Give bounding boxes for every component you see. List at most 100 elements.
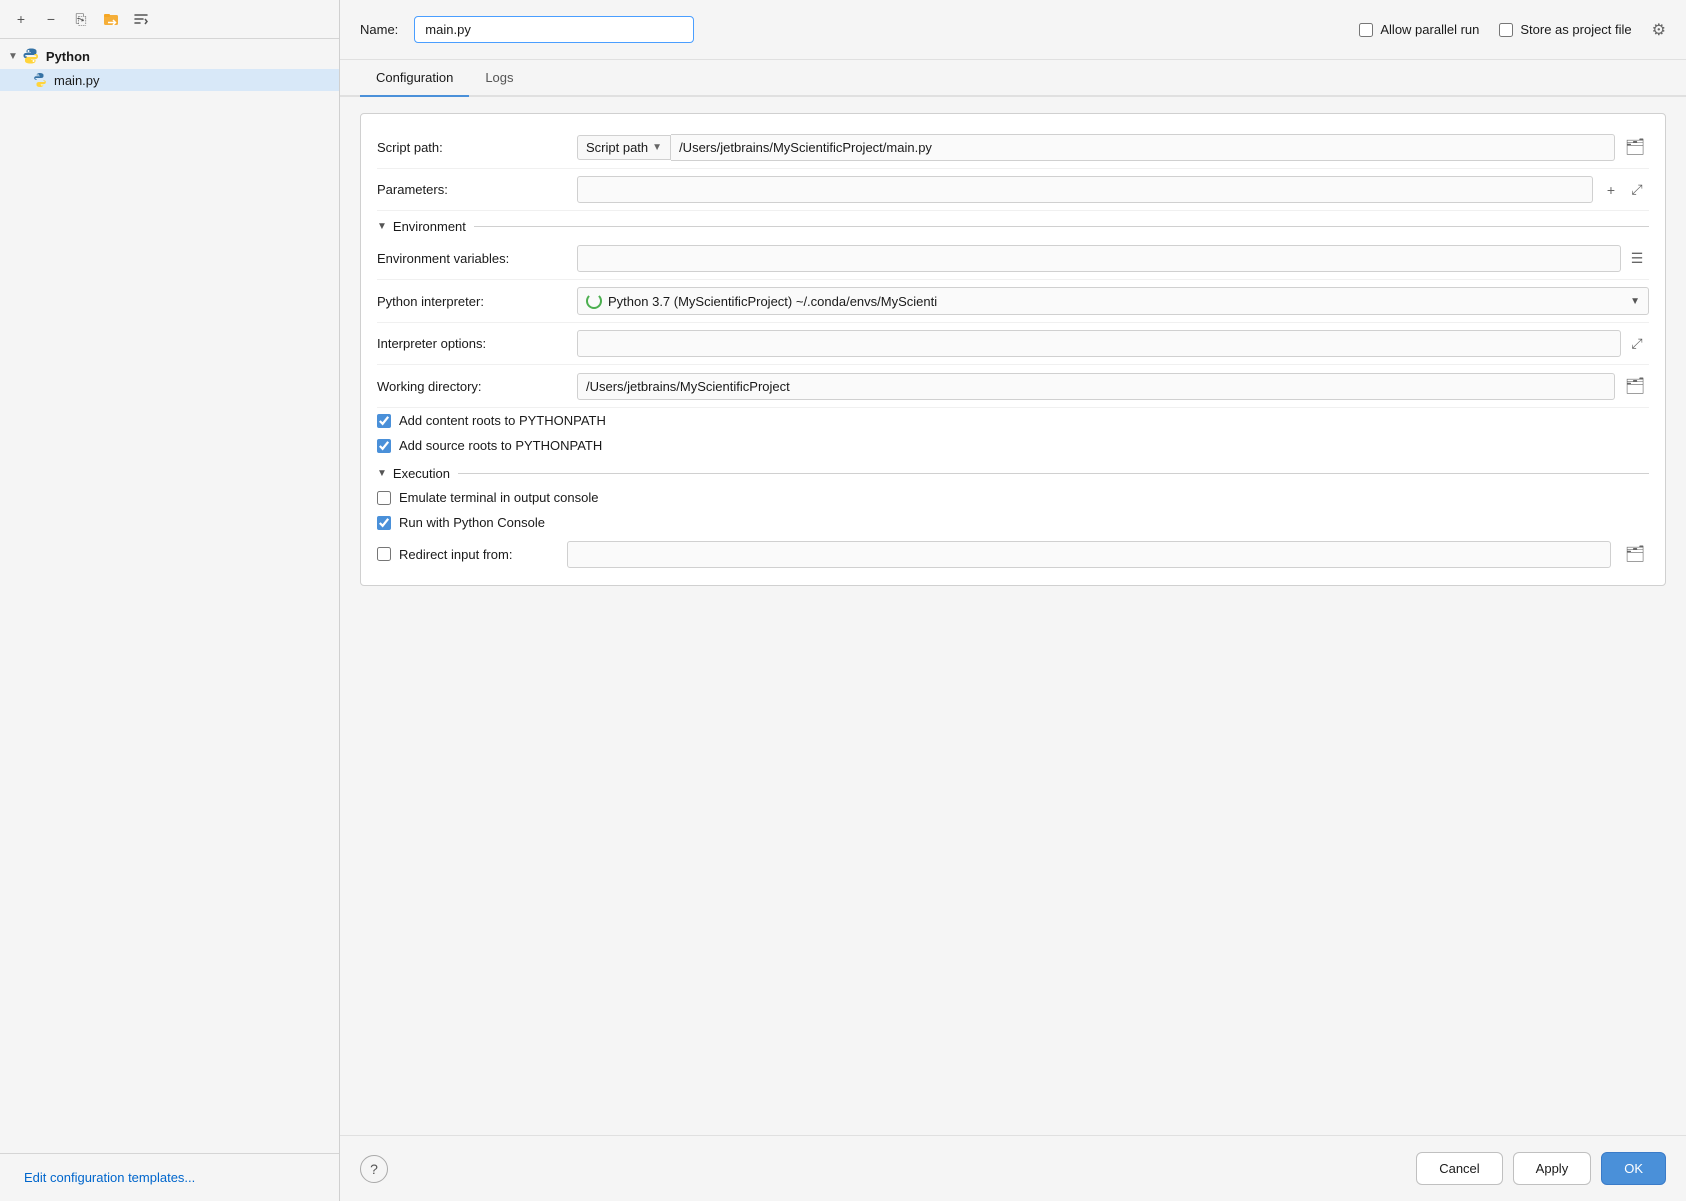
interpreter-options-input[interactable] — [577, 330, 1621, 357]
folder-move-icon — [103, 11, 119, 27]
python-file-icon — [32, 72, 48, 88]
emulate-terminal-row: Emulate terminal in output console — [377, 485, 1649, 510]
environment-divider-line — [474, 226, 1649, 227]
sidebar-toolbar: + − ⎘ — [0, 0, 339, 39]
emulate-terminal-label[interactable]: Emulate terminal in output console — [399, 490, 598, 505]
env-variables-label: Environment variables: — [377, 251, 577, 266]
config-content: Script path: Script path ▼ 🗂 — [340, 97, 1686, 1135]
env-variables-row: Environment variables: ☰ — [377, 238, 1649, 280]
execution-triangle-icon: ▼ — [377, 468, 387, 479]
remove-config-button[interactable]: − — [40, 8, 62, 30]
python-icon — [22, 47, 40, 65]
dropdown-arrow-icon: ▼ — [652, 142, 662, 153]
header-right: Allow parallel run Store as project file… — [1359, 20, 1666, 40]
tabs-bar: Configuration Logs — [340, 60, 1686, 97]
sidebar-item-mainpy-label: main.py — [54, 73, 100, 88]
add-content-roots-row: Add content roots to PYTHONPATH — [377, 408, 1649, 433]
right-panel: Name: Allow parallel run Store as projec… — [340, 0, 1686, 1201]
working-directory-folder-icon[interactable]: 🗂 — [1621, 372, 1649, 400]
add-content-roots-label[interactable]: Add content roots to PYTHONPATH — [399, 413, 606, 428]
parameters-input[interactable] — [577, 176, 1593, 203]
python-section-label: Python — [46, 49, 90, 64]
sort-button[interactable] — [130, 8, 152, 30]
run-python-console-checkbox[interactable] — [377, 516, 391, 530]
tab-logs[interactable]: Logs — [469, 60, 529, 97]
store-project-label[interactable]: Store as project file — [1520, 22, 1631, 37]
store-project-group: Store as project file — [1499, 22, 1631, 37]
env-variables-input-wrap: ☰ — [577, 245, 1649, 272]
script-path-folder-icon[interactable]: 🗂 — [1621, 133, 1649, 161]
working-directory-label: Working directory: — [377, 379, 577, 394]
script-path-type-dropdown[interactable]: Script path ▼ — [577, 135, 671, 160]
script-path-row: Script path: Script path ▼ 🗂 — [377, 126, 1649, 169]
python-interpreter-select[interactable]: Python 3.7 (MyScientificProject) ~/.cond… — [577, 287, 1649, 315]
add-source-roots-row: Add source roots to PYTHONPATH — [377, 433, 1649, 458]
edit-templates-link[interactable]: Edit configuration templates... — [12, 1162, 327, 1193]
working-directory-input-wrap: 🗂 — [577, 372, 1649, 400]
run-python-console-row: Run with Python Console — [377, 510, 1649, 535]
interpreter-options-input-wrap: ⤢ — [577, 330, 1649, 357]
script-path-value-input[interactable] — [671, 134, 1615, 161]
conda-loading-icon — [586, 293, 602, 309]
working-directory-input[interactable] — [577, 373, 1615, 400]
add-source-roots-label[interactable]: Add source roots to PYTHONPATH — [399, 438, 602, 453]
ok-button[interactable]: OK — [1601, 1152, 1666, 1185]
add-parameter-icon[interactable]: + — [1599, 178, 1623, 202]
config-panel: Script path: Script path ▼ 🗂 — [360, 113, 1666, 586]
add-content-roots-checkbox[interactable] — [377, 414, 391, 428]
cancel-button[interactable]: Cancel — [1416, 1152, 1502, 1185]
python-file-icon-svg — [32, 72, 48, 88]
store-project-checkbox[interactable] — [1499, 23, 1513, 37]
parameters-input-wrap: + ⤢ — [577, 176, 1649, 203]
redirect-input-folder-icon[interactable]: 🗂 — [1621, 540, 1649, 568]
script-path-label: Script path: — [377, 140, 577, 155]
redirect-input-checkbox[interactable] — [377, 547, 391, 561]
interpreter-options-label: Interpreter options: — [377, 336, 577, 351]
add-source-roots-checkbox[interactable] — [377, 439, 391, 453]
execution-section-label[interactable]: ▼ Execution — [377, 466, 450, 481]
sort-icon — [133, 11, 149, 27]
redirect-input-row: Redirect input from: 🗂 — [377, 535, 1649, 573]
interpreter-dropdown-arrow-icon: ▼ — [1630, 296, 1640, 307]
sidebar-item-mainpy[interactable]: main.py — [0, 69, 339, 91]
redirect-input-label[interactable]: Redirect input from: — [399, 547, 559, 562]
apply-button[interactable]: Apply — [1513, 1152, 1592, 1185]
parameters-actions: + ⤢ — [1599, 178, 1649, 202]
working-directory-row: Working directory: 🗂 — [377, 365, 1649, 408]
python-interpreter-input-wrap: Python 3.7 (MyScientificProject) ~/.cond… — [577, 287, 1649, 315]
tab-configuration[interactable]: Configuration — [360, 60, 469, 97]
sidebar: + − ⎘ ▼ — [0, 0, 340, 1201]
name-label: Name: — [360, 22, 398, 37]
expand-parameters-icon[interactable]: ⤢ — [1625, 178, 1649, 202]
sidebar-content: ▼ Python — [0, 39, 339, 1153]
sidebar-section-python[interactable]: ▼ Python — [0, 43, 339, 69]
copy-config-button[interactable]: ⎘ — [70, 8, 92, 30]
allow-parallel-label[interactable]: Allow parallel run — [1380, 22, 1479, 37]
environment-triangle-icon: ▼ — [377, 221, 387, 232]
chevron-down-icon: ▼ — [8, 51, 18, 62]
environment-section-divider: ▼ Environment — [377, 211, 1649, 238]
allow-parallel-checkbox[interactable] — [1359, 23, 1373, 37]
execution-divider-line — [458, 473, 1649, 474]
env-variables-edit-icon[interactable]: ☰ — [1625, 247, 1649, 271]
redirect-input-value[interactable] — [567, 541, 1611, 568]
emulate-terminal-checkbox[interactable] — [377, 491, 391, 505]
parameters-label: Parameters: — [377, 182, 577, 197]
help-button[interactable]: ? — [360, 1155, 388, 1183]
name-input[interactable] — [414, 16, 694, 43]
interpreter-value: Python 3.7 (MyScientificProject) ~/.cond… — [608, 294, 937, 309]
run-python-console-label[interactable]: Run with Python Console — [399, 515, 545, 530]
expand-interpreter-options-icon[interactable]: ⤢ — [1625, 332, 1649, 356]
move-to-folder-button[interactable] — [100, 8, 122, 30]
python-section-icon — [22, 47, 40, 65]
add-config-button[interactable]: + — [10, 8, 32, 30]
config-header: Name: Allow parallel run Store as projec… — [340, 0, 1686, 60]
gear-icon[interactable]: ⚙ — [1652, 20, 1666, 40]
interpreter-options-row: Interpreter options: ⤢ — [377, 323, 1649, 365]
environment-section-label[interactable]: ▼ Environment — [377, 219, 466, 234]
allow-parallel-group: Allow parallel run — [1359, 22, 1479, 37]
parameters-row: Parameters: + ⤢ — [377, 169, 1649, 211]
sidebar-bottom: Edit configuration templates... — [0, 1153, 339, 1201]
env-variables-input[interactable] — [577, 245, 1621, 272]
python-interpreter-label: Python interpreter: — [377, 294, 577, 309]
